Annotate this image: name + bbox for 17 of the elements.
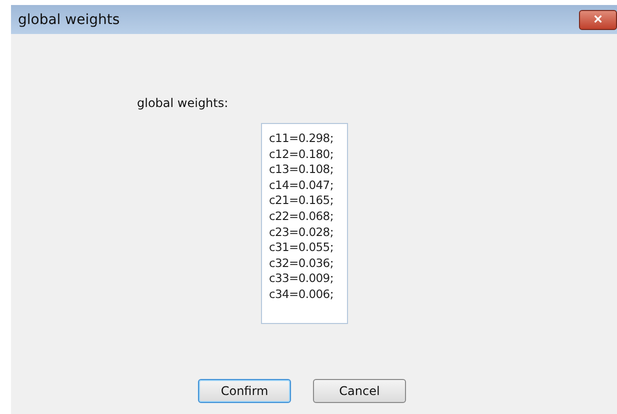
window-title: global weights: [18, 12, 120, 28]
weight-line: c32=0.036;: [269, 256, 334, 272]
weight-line: c33=0.009;: [269, 271, 334, 287]
weight-line: c34=0.006;: [269, 286, 334, 303]
close-button[interactable]: ×: [579, 10, 617, 30]
weight-line: c13=0.108;: [269, 162, 334, 178]
weight-line: c23=0.028;: [269, 224, 334, 240]
field-label: global weights:: [137, 96, 228, 110]
cancel-button[interactable]: Cancel: [313, 379, 406, 403]
weight-line: c22=0.068;: [269, 208, 334, 225]
confirm-button[interactable]: Confirm: [198, 379, 291, 403]
weight-line: c14=0.047;: [269, 178, 334, 194]
weight-line: c12=0.180;: [269, 146, 334, 162]
weight-line: c21=0.165;: [269, 193, 334, 209]
weight-line: c31=0.055;: [269, 240, 334, 256]
weights-text-area[interactable]: c11=0.298; c12=0.180; c13=0.108; c14=0.047; c21=0.165; c22=0.068; c23=0.028; c31=0.055; c32=0.036; c33=0.009; c34=0.006;: [261, 123, 348, 324]
weight-line: c11=0.298;: [269, 131, 334, 147]
